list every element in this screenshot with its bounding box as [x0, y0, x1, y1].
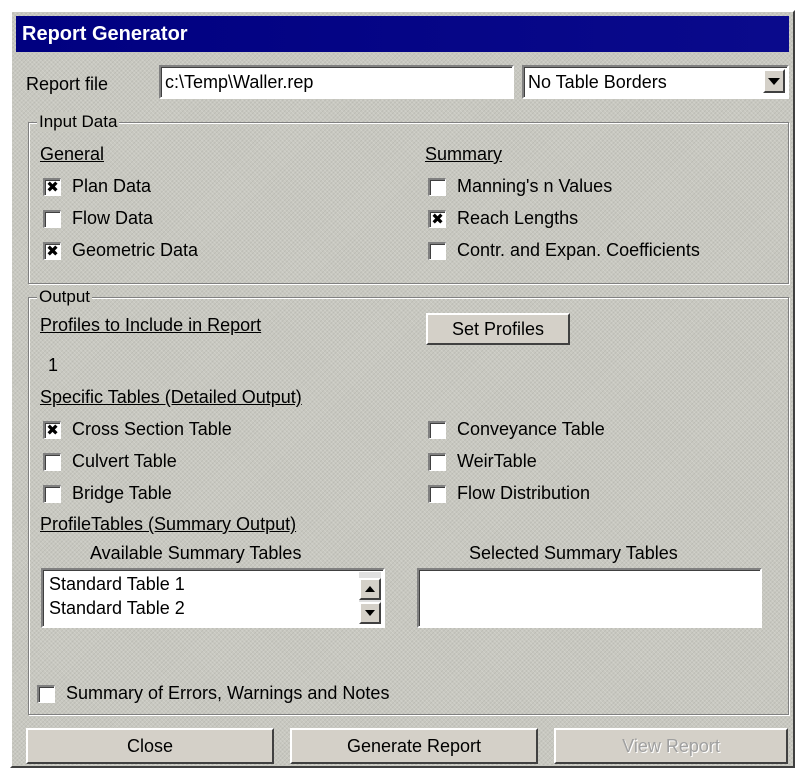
- list-item[interactable]: Standard Table 2: [49, 597, 185, 619]
- set-profiles-button[interactable]: Set Profiles: [426, 313, 570, 345]
- scroll-up-button[interactable]: [359, 578, 381, 600]
- profiles-heading: Profiles to Include in Report: [40, 315, 262, 335]
- chevron-down-icon: [768, 77, 780, 85]
- contr-expan-label: Contr. and Expan. Coefficients: [457, 240, 700, 260]
- conveyance-table-label: Conveyance Table: [457, 419, 605, 439]
- summary-errors-checkbox[interactable]: [37, 685, 55, 703]
- geometric-data-checkbox[interactable]: ✖: [43, 242, 61, 260]
- arrow-down-icon: [365, 610, 375, 616]
- weir-table-checkbox[interactable]: [428, 453, 446, 471]
- bridge-table-label: Bridge Table: [72, 483, 172, 503]
- culvert-table-checkbox[interactable]: [43, 453, 61, 471]
- contr-expan-checkbox[interactable]: [428, 242, 446, 260]
- output-group: Output: [28, 287, 789, 715]
- report-generator-window: Report Generator Report file c:\Temp\Wal…: [10, 10, 795, 768]
- profiles-value: 1: [48, 355, 59, 375]
- specific-tables-heading: Specific Tables (Detailed Output): [40, 387, 302, 407]
- close-button[interactable]: Close: [26, 728, 274, 764]
- reach-lengths-label: Reach Lengths: [457, 208, 579, 228]
- flow-distribution-checkbox[interactable]: [428, 485, 446, 503]
- cross-section-table-checkbox[interactable]: ✖: [43, 421, 61, 439]
- scroll-down-button[interactable]: [359, 602, 381, 624]
- list-scrollbar[interactable]: [359, 572, 381, 624]
- flow-distribution-label: Flow Distribution: [457, 483, 591, 503]
- report-file-input[interactable]: c:\Temp\Waller.rep: [159, 65, 514, 99]
- arrow-up-icon: [365, 586, 375, 592]
- generate-report-button[interactable]: Generate Report: [290, 728, 538, 764]
- table-border-select[interactable]: No Table Borders: [522, 65, 789, 99]
- view-report-button[interactable]: View Report: [554, 728, 788, 764]
- available-tables-list[interactable]: Standard Table 1 Standard Table 2: [41, 568, 385, 628]
- reach-lengths-checkbox[interactable]: ✖: [428, 210, 446, 228]
- report-file-label: Report file: [26, 74, 109, 94]
- selected-tables-label: Selected Summary Tables: [469, 543, 678, 563]
- dropdown-button[interactable]: [763, 69, 785, 93]
- bridge-table-checkbox[interactable]: [43, 485, 61, 503]
- title-bar: Report Generator: [16, 16, 789, 52]
- plan-data-label: Plan Data: [72, 176, 152, 196]
- flow-data-label: Flow Data: [72, 208, 154, 228]
- input-data-title: Input Data: [37, 112, 120, 132]
- summary-errors-label: Summary of Errors, Warnings and Notes: [66, 683, 390, 703]
- list-item[interactable]: Standard Table 1: [49, 573, 185, 595]
- culvert-table-label: Culvert Table: [72, 451, 177, 471]
- conveyance-table-checkbox[interactable]: [428, 421, 446, 439]
- weir-table-label: WeirTable: [457, 451, 537, 471]
- summary-heading: Summary: [425, 144, 503, 164]
- available-tables-label: Available Summary Tables: [90, 543, 302, 563]
- cross-section-table-label: Cross Section Table: [72, 419, 232, 439]
- window-title: Report Generator: [22, 23, 188, 45]
- plan-data-checkbox[interactable]: ✖: [43, 178, 61, 196]
- mannings-n-checkbox[interactable]: [428, 178, 446, 196]
- table-border-value: No Table Borders: [528, 72, 667, 92]
- flow-data-checkbox[interactable]: [43, 210, 61, 228]
- mannings-n-label: Manning's n Values: [457, 176, 613, 196]
- general-heading: General: [40, 144, 105, 164]
- geometric-data-label: Geometric Data: [72, 240, 199, 260]
- selected-tables-list[interactable]: [417, 568, 762, 628]
- report-file-value: c:\Temp\Waller.rep: [165, 72, 314, 92]
- output-title: Output: [37, 287, 93, 307]
- profile-tables-heading: ProfileTables (Summary Output): [40, 514, 297, 534]
